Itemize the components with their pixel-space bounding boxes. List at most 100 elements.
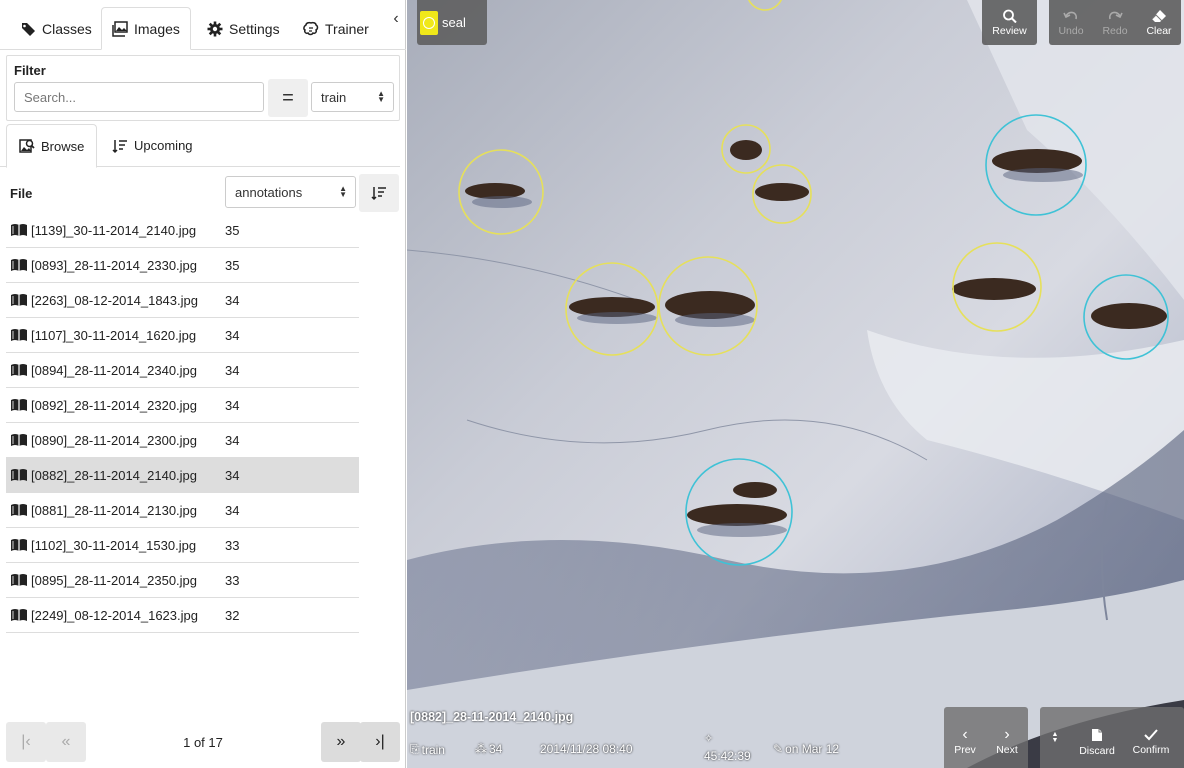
undo-label: Undo	[1058, 24, 1084, 37]
chevron-right-icon: ›	[1004, 726, 1010, 743]
book-icon	[11, 469, 27, 481]
collapse-sidebar-button[interactable]: ‹	[388, 10, 404, 30]
annotation-count: 34	[489, 742, 503, 756]
file-name-text: [0894]_28-11-2014_2340.jpg	[31, 363, 198, 378]
book-icon	[11, 294, 27, 306]
confirm-button[interactable]: Confirm	[1124, 707, 1178, 768]
file-row[interactable]: [1139]_30-11-2014_2140.jpg 35	[6, 213, 359, 248]
sort-order-button[interactable]	[359, 174, 399, 212]
file-name-text: [0893]_28-11-2014_2330.jpg	[31, 258, 198, 273]
class-color-swatch	[420, 10, 438, 35]
timestamp-info: 2014/11/28 08:40	[540, 742, 633, 756]
split-select-value: train	[321, 89, 347, 105]
tab-label: Images	[134, 20, 180, 37]
annotation-count: 34	[225, 433, 240, 448]
first-page-button[interactable]: |‹	[6, 722, 46, 762]
file-row[interactable]: [1102]_30-11-2014_1530.jpg 33	[6, 528, 359, 563]
select-arrows-icon: ▲ ▼	[339, 184, 347, 199]
circle-icon	[423, 16, 435, 29]
book-icon	[11, 574, 27, 586]
file-row[interactable]: [0892]_28-11-2014_2320.jpg 34	[6, 388, 359, 423]
file-name-text: [0890]_28-11-2014_2300.jpg	[31, 433, 198, 448]
book-icon	[11, 329, 27, 341]
tab-upcoming[interactable]: Upcoming	[100, 124, 205, 167]
annotation-count: 35	[225, 258, 240, 273]
file-row[interactable]: [2263]_08-12-2014_1843.jpg 34	[6, 283, 359, 318]
tab-browse[interactable]: Browse	[6, 124, 98, 168]
image-viewer[interactable]: seal Review Undo Redo Clear [0882]_28-11…	[407, 0, 1184, 768]
sort-field-value: annotations	[235, 184, 303, 200]
search-icon	[1002, 9, 1017, 23]
file-name: [0890]_28-11-2014_2300.jpg	[10, 433, 197, 448]
file-row[interactable]: [0882]_28-11-2014_2140.jpg 34	[6, 458, 359, 493]
edited-date: on Mar 12	[785, 742, 840, 756]
main-tabs: Classes Images Settings Trainer ‹	[0, 0, 406, 50]
tag-icon	[21, 22, 35, 36]
duration: 45:42:39	[704, 749, 751, 763]
annotation-count-info: ⁂ 34	[475, 742, 502, 756]
file-name: [0895]_28-11-2014_2350.jpg	[10, 573, 197, 588]
redo-label: Redo	[1102, 24, 1128, 37]
book-icon	[11, 399, 27, 411]
tab-trainer[interactable]: Trainer	[293, 7, 379, 50]
subtab-label: Upcoming	[134, 138, 193, 153]
file-row[interactable]: [0881]_28-11-2014_2130.jpg 34	[6, 493, 359, 528]
brain-icon	[303, 21, 319, 35]
filter-panel: Filter = train ▲▼	[6, 55, 400, 121]
discard-button[interactable]: Discard	[1070, 707, 1124, 768]
file-row[interactable]: [0895]_28-11-2014_2350.jpg 33	[6, 563, 359, 598]
file-row[interactable]: [0890]_28-11-2014_2300.jpg 34	[6, 423, 359, 458]
tab-images[interactable]: Images	[101, 7, 191, 50]
annotation-count: 33	[225, 538, 240, 553]
tab-settings[interactable]: Settings	[197, 7, 290, 50]
file-name-text: [0895]_28-11-2014_2350.jpg	[31, 573, 198, 588]
next-page-button[interactable]: »	[321, 722, 361, 762]
file-row[interactable]: [2249]_08-12-2014_1623.jpg 32	[6, 598, 359, 633]
decision-controls: ▲ ▼ Discard Confirm	[1040, 707, 1184, 768]
review-toolbar: Review	[982, 0, 1037, 45]
last-page-button[interactable]: ›|	[360, 722, 400, 762]
file-name: [2249]_08-12-2014_1623.jpg	[10, 608, 198, 623]
file-name-text: [2263]_08-12-2014_1843.jpg	[31, 293, 198, 308]
review-button[interactable]: Review	[982, 0, 1037, 45]
redo-icon	[1108, 11, 1123, 19]
pencil-icon: ✎	[773, 742, 784, 756]
book-icon	[11, 434, 27, 446]
file-row[interactable]: [1107]_30-11-2014_1620.jpg 34	[6, 318, 359, 353]
prev-page-button[interactable]: «	[46, 722, 86, 762]
image-filename: [0882]_28-11-2014_2140.jpg	[410, 710, 574, 724]
checkmark-icon	[1144, 729, 1158, 741]
split-select[interactable]: train ▲ ▼	[311, 82, 394, 112]
operator-button[interactable]: =	[268, 79, 308, 117]
search-input[interactable]	[14, 82, 264, 112]
shapes-icon: ⁂	[475, 742, 487, 756]
file-name: [0893]_28-11-2014_2330.jpg	[10, 258, 197, 273]
file-name-text: [1107]_30-11-2014_1620.jpg	[31, 328, 197, 343]
clear-button[interactable]: Clear	[1137, 0, 1181, 45]
timestamp: 2014/11/28 08:40	[540, 742, 633, 756]
sort-field-select[interactable]: annotations ▲ ▼	[225, 176, 356, 208]
book-icon	[11, 609, 27, 621]
gear-icon	[207, 21, 223, 36]
next-label: Next	[996, 744, 1018, 756]
file-name: [0892]_28-11-2014_2320.jpg	[10, 398, 197, 413]
file-name-text: [0882]_28-11-2014_2140.jpg	[31, 468, 198, 483]
tab-classes[interactable]: Classes	[10, 7, 102, 50]
active-class-chip[interactable]: seal	[417, 0, 487, 45]
more-options-button[interactable]: ▲ ▼	[1040, 707, 1070, 768]
next-image-button[interactable]: › Next	[986, 707, 1028, 768]
confirm-label: Confirm	[1132, 744, 1170, 756]
undo-button[interactable]: Undo	[1049, 0, 1093, 45]
file-name-text: [0881]_28-11-2014_2130.jpg	[31, 503, 198, 518]
file-name: [1107]_30-11-2014_1620.jpg	[10, 328, 196, 343]
prev-image-button[interactable]: ‹ Prev	[944, 707, 986, 768]
file-name-text: [1139]_30-11-2014_2140.jpg	[31, 223, 197, 238]
undo-icon	[1063, 11, 1078, 19]
file-name: [1102]_30-11-2014_1530.jpg	[10, 538, 196, 553]
file-row[interactable]: [0893]_28-11-2014_2330.jpg 35	[6, 248, 359, 283]
edit-toolbar: Undo Redo Clear	[1049, 0, 1181, 45]
redo-button[interactable]: Redo	[1093, 0, 1137, 45]
tab-label: Classes	[42, 20, 92, 37]
file-row[interactable]: [0894]_28-11-2014_2340.jpg 34	[6, 353, 359, 388]
annotation-count: 34	[225, 398, 240, 413]
